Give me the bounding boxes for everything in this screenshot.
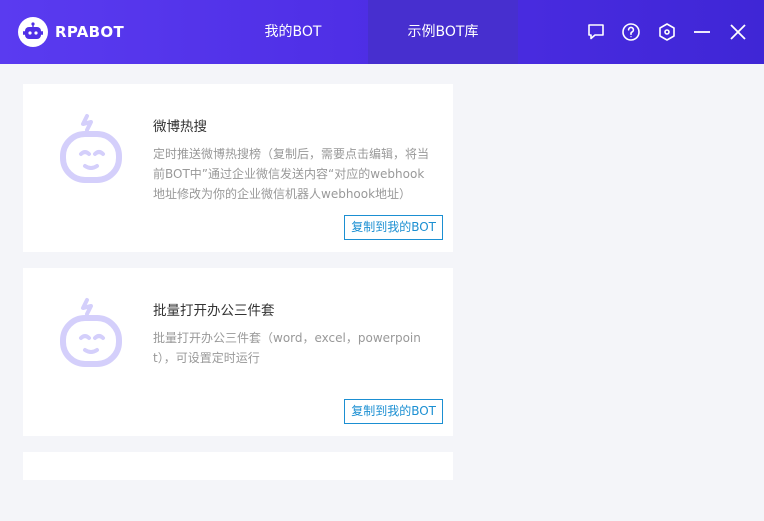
title-bar: RPABOT 我的BOT 示例BOT库 <box>0 0 764 64</box>
bot-card: 批量打开办公三件套 批量打开办公三件套（word，excel，powerpoin… <box>23 268 453 436</box>
app-name: RPABOT <box>55 23 124 41</box>
bot-library-list: 微博热搜 定时推送微博热搜榜（复制后，需要点击编辑，将当前BOT中”通过企业微信… <box>0 64 764 521</box>
copy-to-my-bot-button[interactable]: 复制到我的BOT <box>344 215 443 240</box>
close-icon[interactable] <box>726 20 750 44</box>
tab-my-bot[interactable]: 我的BOT <box>220 0 366 64</box>
bot-title: 微博热搜 <box>153 119 207 135</box>
app-logo-icon <box>18 17 48 47</box>
tab-example-bot-library[interactable]: 示例BOT库 <box>368 0 518 64</box>
copy-to-my-bot-button[interactable]: 复制到我的BOT <box>344 399 443 424</box>
settings-hex-icon[interactable] <box>655 20 679 44</box>
bot-description: 定时推送微博热搜榜（复制后，需要点击编辑，将当前BOT中”通过企业微信发送内容“… <box>153 147 430 201</box>
bot-avatar-icon <box>57 112 125 186</box>
bot-title: 批量打开办公三件套 <box>153 303 275 319</box>
bot-card-partial <box>23 452 453 480</box>
help-icon[interactable] <box>619 20 643 44</box>
minimize-icon[interactable] <box>690 20 714 44</box>
chat-icon[interactable] <box>584 20 608 44</box>
bot-avatar-icon <box>57 296 125 370</box>
bot-card: 微博热搜 定时推送微博热搜榜（复制后，需要点击编辑，将当前BOT中”通过企业微信… <box>23 84 453 252</box>
bot-description: 批量打开办公三件套（word，excel，powerpoint），可设置定时运行 <box>153 331 421 365</box>
